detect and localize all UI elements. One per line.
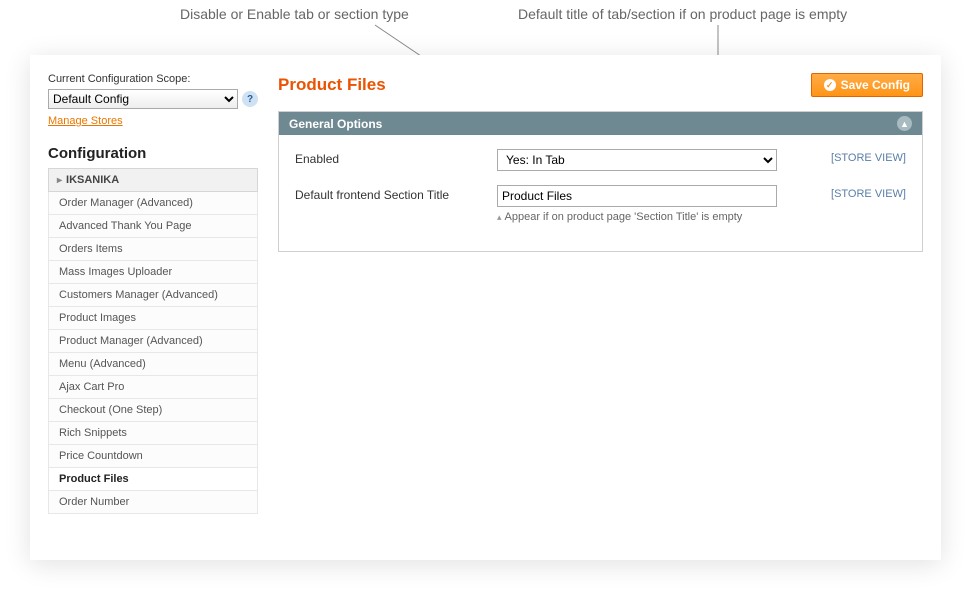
- scope-select[interactable]: Default Config: [48, 89, 238, 109]
- sidebar-item-menu-advanced[interactable]: Menu (Advanced): [49, 353, 257, 376]
- check-icon: ✓: [824, 79, 836, 91]
- manage-stores-link[interactable]: Manage Stores: [48, 115, 123, 127]
- sidebar-item-mass-images-uploader[interactable]: Mass Images Uploader: [49, 261, 257, 284]
- sidebar: Current Configuration Scope: Default Con…: [48, 73, 258, 542]
- sidebar-item-customers-manager-advanced[interactable]: Customers Manager (Advanced): [49, 284, 257, 307]
- nav-group-header[interactable]: IKSANIKA: [48, 168, 258, 192]
- default-title-label: Default frontend Section Title: [295, 185, 485, 202]
- enabled-select[interactable]: Yes: In Tab: [497, 149, 777, 171]
- sidebar-item-orders-items[interactable]: Orders Items: [49, 238, 257, 261]
- config-title: Configuration: [48, 145, 258, 162]
- fieldset-title: General Options: [289, 117, 382, 131]
- help-icon[interactable]: ?: [242, 91, 258, 107]
- sidebar-item-product-manager-advanced[interactable]: Product Manager (Advanced): [49, 330, 257, 353]
- sidebar-item-checkout-one-step[interactable]: Checkout (One Step): [49, 399, 257, 422]
- fieldset-header[interactable]: General Options ▲: [279, 112, 922, 135]
- general-options-fieldset: General Options ▲ Enabled Yes: In Tab [S…: [278, 111, 923, 252]
- sidebar-item-price-countdown[interactable]: Price Countdown: [49, 445, 257, 468]
- nav-list: Order Manager (Advanced)Advanced Thank Y…: [48, 192, 258, 514]
- sidebar-item-rich-snippets[interactable]: Rich Snippets: [49, 422, 257, 445]
- save-config-button[interactable]: ✓ Save Config: [811, 73, 923, 97]
- sidebar-item-order-number[interactable]: Order Number: [49, 491, 257, 514]
- enabled-label: Enabled: [295, 149, 485, 166]
- annotation-default-title: Default title of tab/section if on produ…: [518, 6, 847, 22]
- annotation-enable-disable: Disable or Enable tab or section type: [180, 6, 409, 22]
- sidebar-item-ajax-cart-pro[interactable]: Ajax Cart Pro: [49, 376, 257, 399]
- default-title-note: Appear if on product page 'Section Title…: [497, 211, 777, 223]
- sidebar-item-product-images[interactable]: Product Images: [49, 307, 257, 330]
- page-title: Product Files: [278, 75, 386, 95]
- content-area: Product Files ✓ Save Config General Opti…: [278, 73, 923, 542]
- sidebar-item-order-manager-advanced[interactable]: Order Manager (Advanced): [49, 192, 257, 215]
- save-button-label: Save Config: [841, 78, 910, 92]
- sidebar-item-product-files[interactable]: Product Files: [49, 468, 257, 491]
- admin-panel: Current Configuration Scope: Default Con…: [30, 55, 941, 560]
- enabled-scope: [STORE VIEW]: [831, 149, 906, 164]
- collapse-icon[interactable]: ▲: [897, 116, 912, 131]
- default-title-scope: [STORE VIEW]: [831, 185, 906, 200]
- default-title-input[interactable]: [497, 185, 777, 207]
- scope-label: Current Configuration Scope:: [48, 73, 258, 85]
- sidebar-item-advanced-thank-you-page[interactable]: Advanced Thank You Page: [49, 215, 257, 238]
